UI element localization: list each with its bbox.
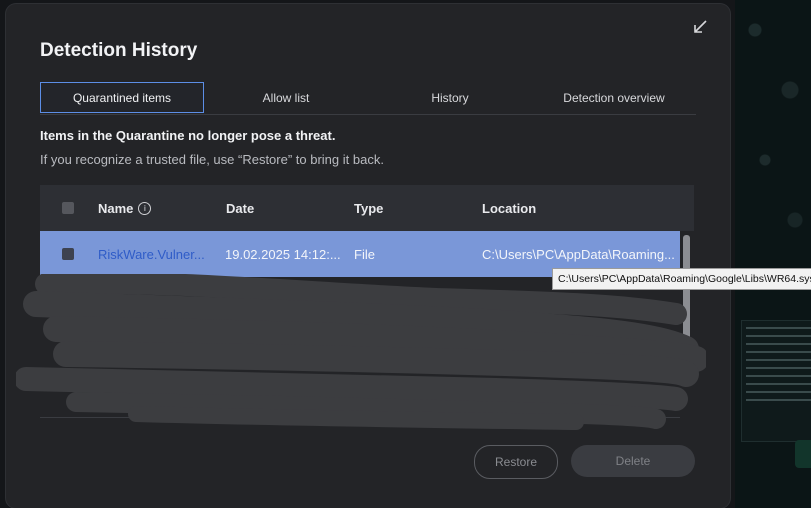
tab-history[interactable]: History [368,82,532,113]
quarantine-info-text: If you recognize a trusted file, use “Re… [40,152,384,167]
row-date: 19.02.2025 14:12:... [225,246,341,262]
row-type: File [354,246,375,262]
background-green-element [795,440,811,468]
tab-detection-overview[interactable]: Detection overview [532,82,696,113]
tab-quarantined-items[interactable]: Quarantined items [40,82,204,113]
select-all-checkbox[interactable] [62,202,74,214]
dialog-title: Detection History [40,40,198,61]
name-column-header[interactable]: Name i [98,200,152,216]
tab-allow-list[interactable]: Allow list [204,82,368,113]
collapse-icon[interactable] [689,16,711,38]
row-checkbox[interactable] [62,248,74,260]
date-column-header[interactable]: Date [226,201,254,216]
tab-bar: Quarantined items Allow list History Det… [40,82,696,115]
location-tooltip: C:\Users\PC\AppData\Roaming\Google\Libs\… [552,268,811,290]
row-name[interactable]: RiskWare.Vulner... [98,247,205,262]
location-column-header[interactable]: Location [482,201,536,216]
type-column-header[interactable]: Type [354,201,383,216]
name-header-label: Name [98,200,134,216]
info-icon[interactable]: i [138,201,152,215]
row-location: C:\Users\PC\AppData\Roaming... [482,246,675,262]
delete-button[interactable]: Delete [571,445,695,477]
restore-button[interactable]: Restore [474,445,558,479]
table-header: Name i Date Type Location [40,185,694,231]
background-window [735,0,811,508]
background-app-window [741,320,811,442]
detection-history-dialog: Detection History Quarantined items Allo… [6,4,730,508]
quarantine-info-heading: Items in the Quarantine no longer pose a… [40,128,336,143]
redaction-scribble [16,274,706,430]
